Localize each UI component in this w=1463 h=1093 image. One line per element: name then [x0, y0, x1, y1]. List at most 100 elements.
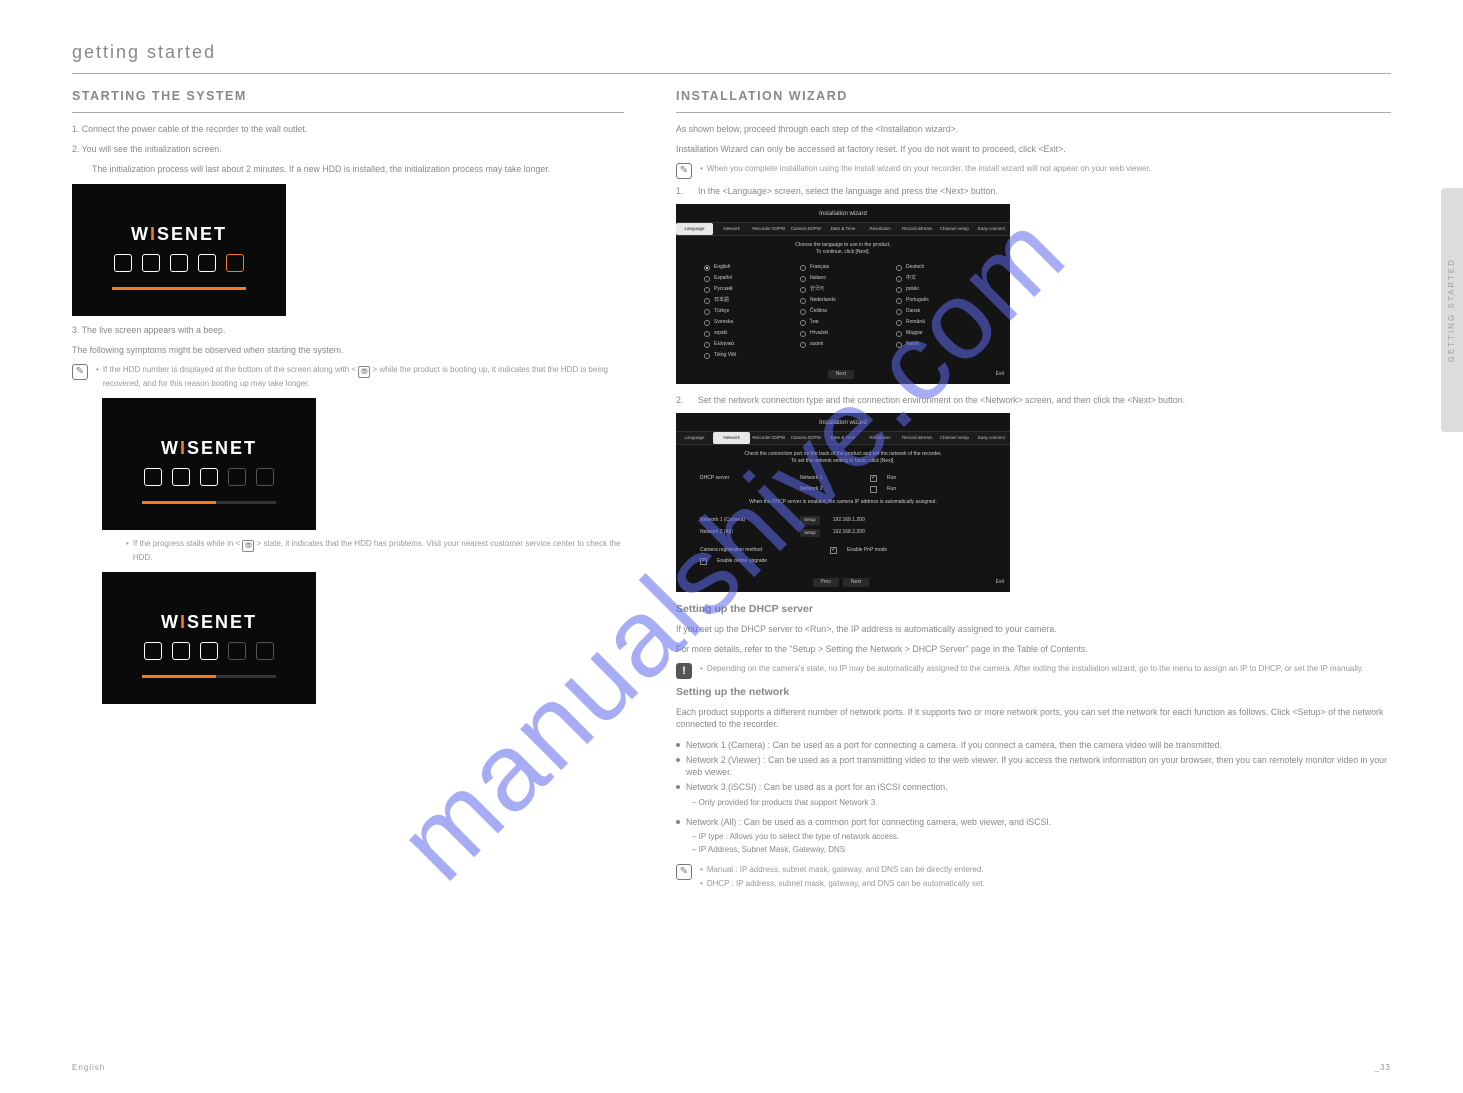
language-radio[interactable]: Tiếng Việt — [704, 352, 790, 359]
radio-icon — [704, 287, 710, 293]
wizard-tab[interactable]: Record.istream — [899, 432, 936, 444]
language-radio[interactable]: Nederlands — [800, 297, 886, 304]
language-radio[interactable]: suomi — [800, 341, 886, 348]
language-label: English — [714, 264, 730, 271]
boot-icon — [256, 642, 274, 660]
language-radio[interactable]: 日本語 — [704, 297, 790, 304]
language-radio[interactable]: Français — [800, 264, 886, 271]
boot-progress — [142, 675, 276, 678]
language-label: 中文 — [906, 275, 916, 282]
language-radio[interactable]: Svenska — [704, 319, 790, 326]
radio-icon — [800, 276, 806, 282]
language-radio[interactable]: polski — [896, 286, 982, 293]
radio-icon — [896, 287, 902, 293]
net2-ip: 192.168.2.200 — [833, 529, 865, 536]
language-radio[interactable]: Dansk — [896, 308, 982, 315]
language-radio[interactable]: Español — [704, 275, 790, 282]
pnp-checkbox[interactable]: ✓ — [830, 547, 837, 554]
language-radio[interactable]: Deutsch — [896, 264, 982, 271]
net1-camera-label: Network 1 (Camera) — [700, 517, 790, 524]
radio-icon — [704, 342, 710, 348]
wizard-next-button[interactable]: Next — [843, 578, 869, 587]
bullet-sub: – IP type : Allows you to select the typ… — [676, 831, 1391, 842]
wizard-tab[interactable]: Camera ID/PW — [787, 223, 824, 235]
language-radio[interactable]: Português — [896, 297, 982, 304]
wizard-prev-button[interactable]: Prev — [813, 578, 839, 587]
boot-icon — [144, 642, 162, 660]
online-upgrade-label: Enable online upgrade — [717, 558, 767, 565]
wizard-tab[interactable]: Resolution — [862, 223, 899, 235]
language-radio[interactable]: Norsk — [896, 341, 982, 348]
radio-icon — [704, 276, 710, 282]
net1-ip: 192.168.1.200 — [833, 517, 865, 524]
right-intro2: Installation Wizard can only be accessed… — [676, 143, 1391, 155]
language-label: suomi — [810, 341, 823, 348]
language-radio[interactable]: Hrvatski — [800, 330, 886, 337]
radio-icon — [896, 276, 902, 282]
wizard-next-button[interactable]: Next — [828, 370, 854, 379]
language-label: polski — [906, 286, 919, 293]
right-step-1: 1. In the <Language> screen, select the … — [676, 185, 1391, 197]
language-radio[interactable]: Türkçe — [704, 308, 790, 315]
radio-icon — [704, 320, 710, 326]
language-radio[interactable]: Italiano — [800, 275, 886, 282]
wizard-tab[interactable]: Date & Time — [824, 432, 861, 444]
wizard-tab[interactable]: Channel setup — [936, 223, 973, 235]
dhcp-note: When the DHCP server is enabled, the cam… — [700, 499, 986, 506]
wizard-tab[interactable]: Date & Time — [824, 223, 861, 235]
splash-partial-2: WISENET — [102, 572, 316, 704]
net2-setup-button[interactable]: Setup — [800, 529, 820, 537]
language-label: Hrvatski — [810, 330, 828, 337]
wizard-tab[interactable]: Easy connect — [973, 432, 1010, 444]
radio-icon — [704, 353, 710, 359]
wizard-exit-button[interactable]: Exit — [996, 371, 1004, 378]
radio-icon — [800, 298, 806, 304]
note-item: •DHCP : IP address, subnet mask, gateway… — [700, 878, 1391, 889]
wizard-hint: Choose the language to use in the produc… — [700, 242, 986, 249]
note-icon: ✎ — [72, 364, 88, 380]
net1-setup-button[interactable]: Setup — [800, 516, 820, 524]
side-tab-label: GETTING STARTED — [1446, 258, 1457, 362]
footer-page: _33 — [1375, 1062, 1391, 1073]
language-radio[interactable]: Magyar — [896, 330, 982, 337]
wizard-tab[interactable]: Record.istream — [899, 223, 936, 235]
language-radio[interactable]: Čeština — [800, 308, 886, 315]
wizard-tab[interactable]: Language — [676, 223, 713, 235]
radio-icon — [800, 331, 806, 337]
boot-icon — [200, 642, 218, 660]
language-label: Nederlands — [810, 297, 836, 304]
radio-icon — [704, 265, 710, 271]
radio-icon — [896, 331, 902, 337]
wizard-tab[interactable]: Recorder ID/PW — [750, 432, 787, 444]
wizard-tab[interactable]: Recorder ID/PW — [750, 223, 787, 235]
note-item: •Manual : IP address, subnet mask, gatew… — [700, 864, 1391, 875]
online-upgrade-checkbox[interactable]: ✓ — [700, 558, 707, 565]
language-label: Magyar — [906, 330, 923, 337]
wizard-tab[interactable]: Network — [713, 223, 750, 235]
language-radio[interactable]: srpski — [704, 330, 790, 337]
language-radio[interactable]: ไทย — [800, 319, 886, 326]
boot-icon — [114, 254, 132, 272]
language-label: Русский — [714, 286, 733, 293]
wizard-exit-button[interactable]: Exit — [996, 579, 1004, 586]
language-radio[interactable]: Română — [896, 319, 982, 326]
wizard-tab[interactable]: Language — [676, 432, 713, 444]
language-label: Română — [906, 319, 925, 326]
language-radio[interactable]: 中文 — [896, 275, 982, 282]
wizard-tab[interactable]: Easy connect — [973, 223, 1010, 235]
wizard-tab[interactable]: Channel setup — [936, 432, 973, 444]
wizard-tab[interactable]: Network — [713, 432, 750, 444]
language-radio[interactable]: Русский — [704, 286, 790, 293]
boot-icon — [172, 468, 190, 486]
wisenet-logo: WISENET — [131, 222, 227, 247]
language-radio[interactable]: 한국어 — [800, 286, 886, 293]
wizard-network-screenshot: Installation wizard LanguageNetworkRecor… — [676, 413, 1010, 592]
boot-progress — [112, 287, 246, 290]
hdd-recover-icon: ⛃ — [358, 366, 370, 378]
wizard-tab[interactable]: Camera ID/PW — [787, 432, 824, 444]
network1-run-checkbox[interactable]: ✓ — [870, 475, 877, 482]
network2-run-checkbox[interactable] — [870, 486, 877, 493]
wizard-tab[interactable]: Resolution — [862, 432, 899, 444]
language-radio[interactable]: English — [704, 264, 790, 271]
language-radio[interactable]: Ελληνικά — [704, 341, 790, 348]
